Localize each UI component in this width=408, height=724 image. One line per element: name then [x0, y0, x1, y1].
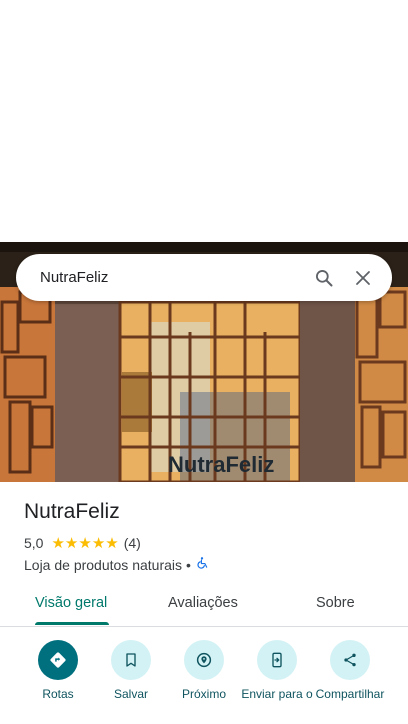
action-bar: Rotas Salvar Próximo Enviar para o Compa…: [0, 640, 408, 724]
wheelchair-icon: [195, 556, 209, 573]
star-icon: ★: [78, 534, 92, 552]
active-tab-indicator: [35, 622, 109, 625]
share-button[interactable]: Compartilhar: [310, 640, 390, 701]
close-icon[interactable]: [352, 267, 374, 289]
save-label: Salvar: [113, 687, 148, 701]
send-to-phone-icon: [257, 640, 297, 680]
search-icon[interactable]: [313, 267, 335, 289]
star-icon: ★: [105, 534, 119, 552]
tab-bar: Visão geral Avaliações Sobre: [0, 584, 408, 627]
tab-reviews[interactable]: Avaliações: [168, 595, 238, 611]
storefront-sign: NutraFeliz: [168, 452, 274, 477]
star-icon: ★: [64, 534, 79, 552]
directions-label: Rotas: [42, 687, 74, 701]
rating-stars: ★ ★ ★ ★ ★: [51, 536, 118, 551]
search-bar[interactable]: NutraFeliz: [16, 254, 392, 301]
search-query[interactable]: NutraFeliz: [40, 269, 313, 286]
separator: •: [186, 556, 191, 573]
nearby-label: Próximo: [181, 687, 226, 701]
share-label: Compartilhar: [315, 687, 385, 701]
send-to-phone-label: Enviar para o: [241, 687, 313, 701]
star-icon: ★: [91, 534, 106, 552]
star-icon: ★: [51, 534, 65, 552]
share-icon: [330, 640, 370, 680]
nearby-button[interactable]: Próximo: [164, 640, 244, 701]
tab-overview[interactable]: Visão geral: [35, 595, 107, 611]
save-button[interactable]: Salvar: [91, 640, 171, 701]
rating-value: 5,0: [24, 535, 44, 551]
review-count[interactable]: (4): [124, 535, 141, 551]
tab-about[interactable]: Sobre: [316, 595, 355, 611]
place-title: NutraFeliz: [24, 500, 120, 523]
directions-icon: [38, 640, 78, 680]
send-to-phone-button[interactable]: Enviar para o: [237, 640, 317, 701]
directions-button[interactable]: Rotas: [18, 640, 98, 701]
bookmark-icon: [111, 640, 151, 680]
place-category: Loja de produtos naturais: [24, 556, 182, 573]
nearby-icon: [184, 640, 224, 680]
rating-row[interactable]: 5,0 ★ ★ ★ ★ ★ (4): [24, 535, 141, 551]
category-row: Loja de produtos naturais •: [24, 556, 209, 573]
